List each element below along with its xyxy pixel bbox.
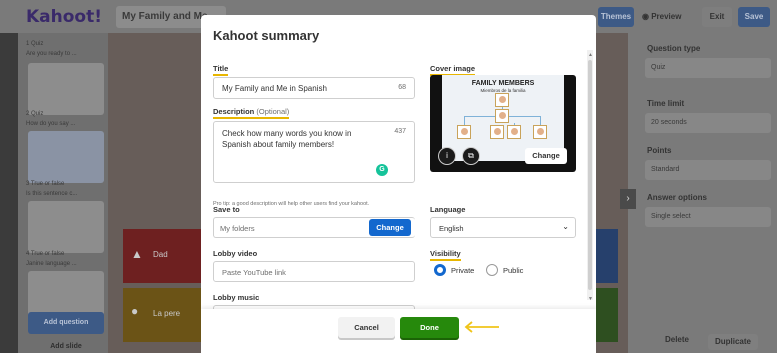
themes-button[interactable]: Themes — [598, 7, 634, 27]
slide-text: How do you say ... — [26, 121, 76, 127]
visibility-public-radio[interactable] — [486, 264, 498, 276]
description-value: Check how many words you know in Spanish… — [222, 129, 352, 149]
save-button[interactable]: Save — [738, 7, 770, 27]
slide-thumb[interactable] — [28, 201, 104, 253]
arrow-left-icon — [464, 321, 499, 333]
modal-footer — [201, 309, 596, 353]
lobby-video-label: Lobby video — [213, 249, 258, 258]
answer-options-label: Answer options — [647, 193, 708, 202]
scroll-down-icon[interactable]: ▼ — [588, 296, 593, 302]
slide-item-1[interactable]: 1 Quiz Are you ready to ... — [18, 41, 108, 57]
modal-scrollbar[interactable] — [587, 50, 593, 300]
slide-thumb[interactable] — [28, 63, 104, 115]
modal-title: Kahoot summary — [213, 28, 320, 43]
slide-text: Are you ready to ... — [26, 51, 77, 57]
circle-icon: ● — [131, 304, 139, 318]
visibility-public-label: Public — [503, 266, 524, 275]
answer-yellow[interactable]: ● La pere — [123, 288, 203, 342]
slide-item-4[interactable]: 4 True or false Janine language ... — [18, 251, 108, 267]
save-to-label: Save to — [213, 205, 240, 214]
slide-header: 1 Quiz — [26, 41, 44, 47]
visibility-private-label: Private — [451, 266, 475, 275]
info-icon[interactable]: i — [438, 147, 456, 165]
kahoot-logo: Kahoot! — [26, 6, 102, 27]
title-label: Title — [213, 64, 229, 76]
cover-heading: FAMILY MEMBERS — [471, 80, 535, 87]
description-optional: (Optional) — [256, 107, 290, 116]
cancel-button[interactable]: Cancel — [338, 317, 395, 338]
delete-button[interactable]: Delete — [657, 335, 697, 349]
visibility-label: Visibility — [430, 249, 461, 261]
save-to-change-button[interactable]: Change — [369, 219, 411, 236]
exit-button[interactable]: Exit — [702, 7, 732, 27]
slide-header: 2 Quiz — [26, 111, 44, 117]
answer-label: Dad — [153, 250, 168, 259]
slide-thumb[interactable] — [28, 131, 104, 183]
preview-button[interactable]: ◉ Preview — [642, 7, 692, 27]
slide-item-2[interactable]: 2 Quiz How do you say ... — [18, 111, 108, 127]
chevron-down-icon: ⌄ — [562, 222, 569, 231]
scrollbar-thumb[interactable] — [588, 60, 592, 290]
time-limit-select[interactable]: 20 seconds — [645, 113, 771, 133]
time-limit-label: Time limit — [647, 99, 685, 108]
description-label-text: Description — [213, 107, 255, 116]
preview-label: Preview — [651, 12, 682, 21]
description-textarea[interactable]: Check how many words you know in Spanish… — [213, 121, 415, 183]
collapse-panel-button[interactable]: › — [620, 189, 636, 209]
add-slide-button[interactable]: Add slide — [28, 340, 104, 353]
duplicate-button[interactable]: Duplicate — [708, 334, 758, 350]
description-counter: 437 — [394, 128, 406, 135]
slide-header: 4 True or false — [26, 251, 65, 257]
title-input[interactable]: My Family and Me in Spanish 68 — [213, 77, 415, 99]
slide-text: Janine language ... — [26, 261, 77, 267]
points-label: Points — [647, 146, 672, 155]
lobby-music-label: Lobby music — [213, 293, 260, 302]
description-label: Description (Optional) — [213, 107, 290, 119]
answer-options-select[interactable]: Single select — [645, 207, 771, 227]
lobby-video-input[interactable]: Paste YouTube link — [213, 261, 415, 282]
slide-header: 3 True or false — [26, 181, 65, 187]
slide-list-panel: 1 Quiz Are you ready to ... 2 Quiz How d… — [18, 33, 108, 353]
cover-change-button[interactable]: Change — [525, 148, 567, 164]
title-counter: 68 — [398, 84, 406, 91]
add-question-button[interactable]: Add question — [28, 312, 104, 334]
image-search-icon[interactable]: ⧉ — [462, 147, 480, 165]
question-type-select[interactable]: Quiz — [645, 58, 771, 78]
language-select[interactable]: English ⌄ — [430, 217, 576, 238]
question-type-label: Question type — [647, 44, 701, 53]
triangle-icon: ▲ — [131, 247, 143, 261]
visibility-private-radio[interactable] — [434, 264, 446, 276]
title-value: My Family and Me in Spanish — [222, 84, 327, 93]
cover-image[interactable]: FAMILY MEMBERS Miembros de la familia i … — [430, 75, 576, 172]
answer-label: La pere — [153, 309, 181, 318]
kahoot-summary-modal: Kahoot summary Title My Family and Me in… — [201, 15, 596, 353]
scroll-up-icon[interactable]: ▲ — [588, 52, 593, 58]
done-button[interactable]: Done — [400, 317, 459, 338]
save-to-value: My folders — [220, 224, 255, 233]
language-label: Language — [430, 205, 466, 214]
eye-icon: ◉ — [642, 12, 652, 21]
grammarly-icon[interactable]: G — [376, 164, 388, 176]
points-select[interactable]: Standard — [645, 160, 771, 180]
language-value: English — [439, 224, 464, 233]
slide-text: Is this sentence c... — [26, 191, 78, 197]
answer-red[interactable]: ▲ Dad — [123, 229, 203, 283]
lobby-video-placeholder: Paste YouTube link — [222, 268, 286, 277]
slide-item-3[interactable]: 3 True or false Is this sentence c... — [18, 181, 108, 197]
